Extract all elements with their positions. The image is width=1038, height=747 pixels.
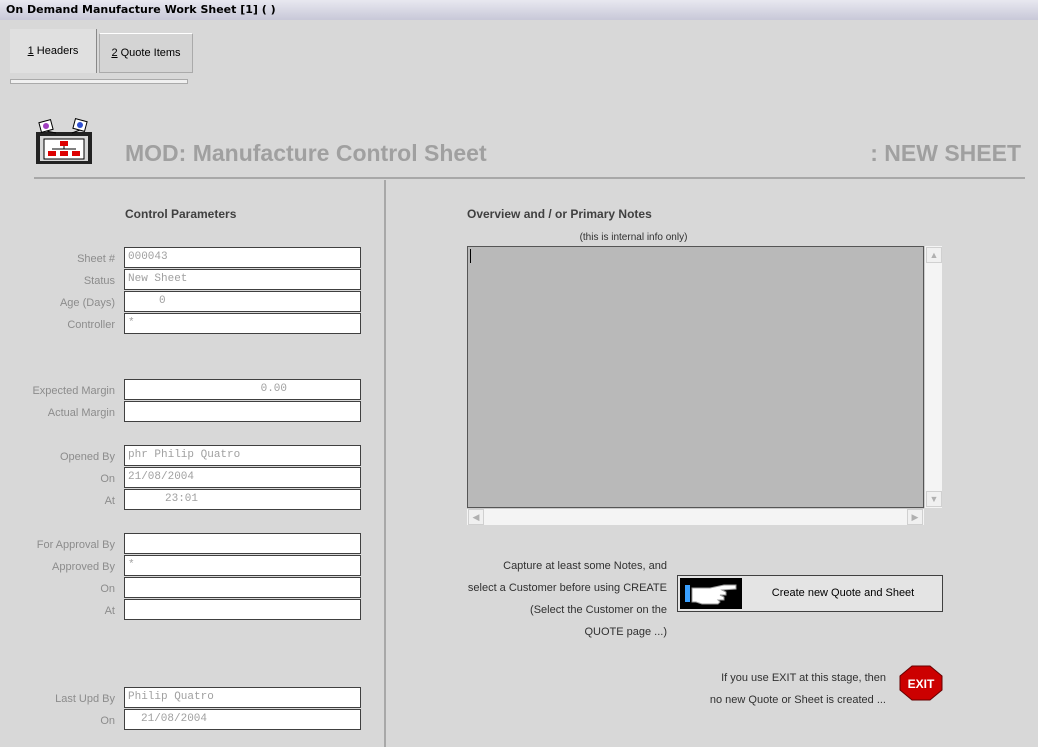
notes-subheading: (this is internal info only) bbox=[579, 232, 688, 243]
for-approval-by-label: For Approval By bbox=[36, 539, 115, 551]
actual-margin-field[interactable] bbox=[124, 401, 361, 422]
window-title: On Demand Manufacture Work Sheet [1] ( ) bbox=[0, 0, 1038, 20]
scroll-right-icon[interactable]: ▶ bbox=[907, 509, 923, 525]
last-upd-on-label: On bbox=[100, 715, 115, 727]
scroll-up-icon[interactable]: ▲ bbox=[926, 247, 942, 263]
exit-icon[interactable]: EXIT bbox=[899, 665, 943, 701]
approved-by-field[interactable]: * bbox=[124, 555, 361, 576]
controller-label: Controller bbox=[67, 319, 115, 331]
last-upd-on-field[interactable]: 21/08/2004 bbox=[124, 709, 361, 730]
last-upd-by-field[interactable]: Philip Quatro bbox=[124, 687, 361, 708]
exit-hint-line-1: If you use EXIT at this stage, then bbox=[721, 672, 886, 684]
pointing-hand-icon bbox=[680, 578, 742, 609]
opened-at-label: At bbox=[104, 495, 115, 507]
tab-headers[interactable]: 1 Headers bbox=[10, 29, 97, 73]
page-title: MOD: Manufacture Control Sheet bbox=[125, 140, 487, 166]
opened-at-field[interactable]: 23:01 bbox=[124, 489, 361, 510]
opened-on-label: On bbox=[100, 473, 115, 485]
approved-at-field[interactable] bbox=[124, 599, 361, 620]
actual-margin-label: Actual Margin bbox=[47, 407, 115, 419]
approved-by-label: Approved By bbox=[52, 561, 115, 573]
exit-hint-line-2: no new Quote or Sheet is created ... bbox=[709, 694, 886, 706]
tab-headers-label: 1 Headers bbox=[27, 45, 79, 57]
expected-margin-label: Expected Margin bbox=[32, 385, 115, 397]
approved-at-label: At bbox=[104, 605, 115, 617]
notes-textarea[interactable] bbox=[467, 246, 924, 508]
text-caret bbox=[470, 249, 471, 263]
notes-box: ▲ ▼ ◀ ▶ bbox=[467, 246, 942, 525]
opened-by-label: Opened By bbox=[59, 451, 115, 463]
status-field[interactable]: New Sheet bbox=[124, 269, 361, 290]
column-divider bbox=[384, 180, 386, 747]
opened-on-field[interactable]: 21/08/2004 bbox=[124, 467, 361, 488]
exit-icon-label: EXIT bbox=[908, 677, 935, 691]
opened-by-field[interactable]: phr Philip Quatro bbox=[124, 445, 361, 466]
create-hint-line-1: Capture at least some Notes, and bbox=[503, 560, 667, 572]
create-hint-line-2: select a Customer before using CREATE bbox=[467, 582, 667, 594]
create-hint-line-4: QUOTE page ...) bbox=[584, 626, 667, 638]
approved-on-field[interactable] bbox=[124, 577, 361, 598]
age-days-label: Age (Days) bbox=[59, 297, 115, 309]
create-hint-line-3: (Select the Customer on the bbox=[530, 604, 667, 616]
tab-underline bbox=[10, 79, 188, 84]
scroll-down-icon[interactable]: ▼ bbox=[926, 491, 942, 507]
page-status: : NEW SHEET bbox=[870, 140, 1021, 166]
age-days-field[interactable]: 0 bbox=[124, 291, 361, 312]
last-upd-by-label: Last Upd By bbox=[55, 693, 115, 705]
notes-horizontal-scrollbar[interactable]: ◀ ▶ bbox=[467, 508, 924, 525]
approved-on-label: On bbox=[100, 583, 115, 595]
org-chart-icon bbox=[36, 118, 92, 164]
tab-quote-items-label: 2 Quote Items bbox=[111, 47, 181, 59]
notes-heading: Overview and / or Primary Notes bbox=[467, 207, 652, 221]
for-approval-by-field[interactable] bbox=[124, 533, 361, 554]
tab-quote-items[interactable]: 2 Quote Items bbox=[99, 33, 193, 73]
status-label: Status bbox=[83, 275, 115, 287]
expected-margin-field[interactable]: 0.00 bbox=[124, 379, 361, 400]
notes-vertical-scrollbar[interactable]: ▲ ▼ bbox=[924, 246, 942, 508]
control-parameters-heading: Control Parameters bbox=[125, 207, 237, 221]
controller-field[interactable]: * bbox=[124, 313, 361, 334]
sheet-number-label: Sheet # bbox=[77, 253, 115, 265]
header-divider bbox=[34, 177, 1025, 179]
create-quote-and-sheet-button[interactable]: Create new Quote and Sheet bbox=[677, 575, 943, 612]
scroll-left-icon[interactable]: ◀ bbox=[468, 509, 484, 525]
sheet-number-field[interactable]: 000043 bbox=[124, 247, 361, 268]
create-button-label: Create new Quote and Sheet bbox=[771, 587, 915, 599]
